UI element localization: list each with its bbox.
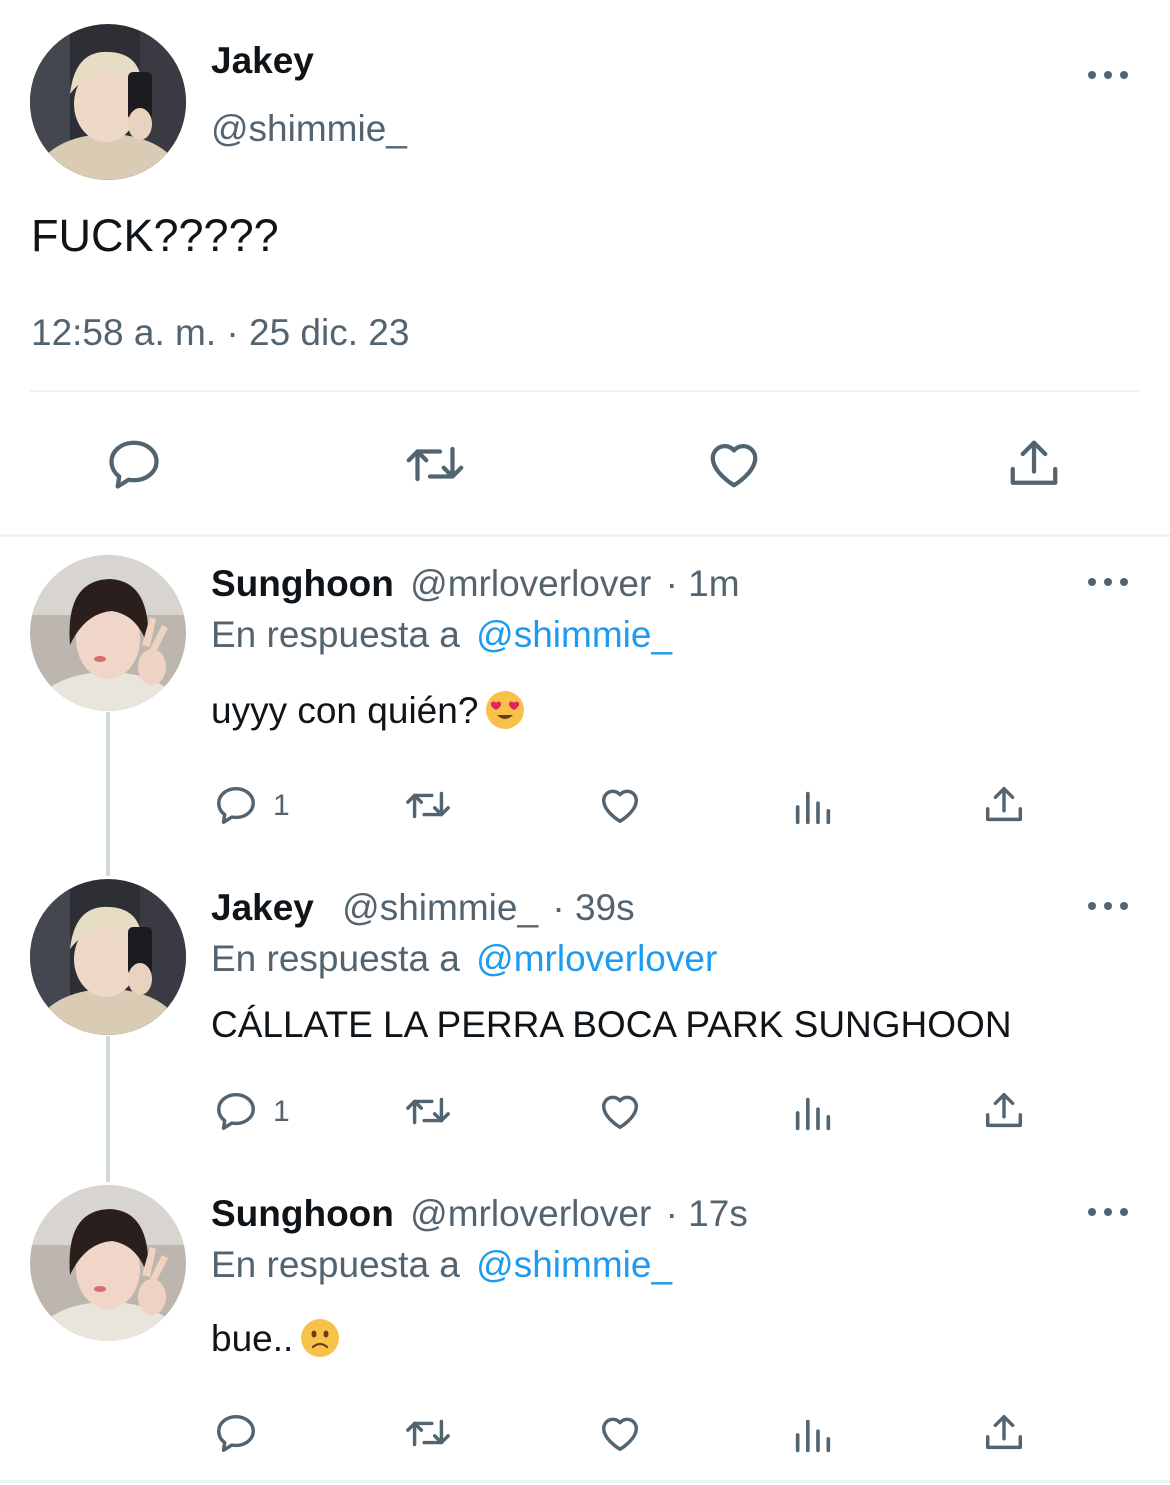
- thread-line: [106, 1036, 110, 1182]
- share-icon[interactable]: [981, 782, 1027, 828]
- retweet-icon[interactable]: [402, 782, 454, 828]
- more-options-icon[interactable]: [1088, 1202, 1128, 1222]
- author-handle[interactable]: @shimmie_: [211, 108, 407, 150]
- reply-time[interactable]: · 17s: [666, 1193, 748, 1234]
- reply-to-link[interactable]: @shimmie_: [476, 1244, 672, 1285]
- like-icon[interactable]: [597, 1410, 643, 1456]
- reply-time[interactable]: · 1m: [666, 563, 740, 604]
- slightly-frowning-emoji: [301, 1319, 340, 1357]
- reply-icon[interactable]: [213, 1088, 259, 1134]
- like-icon[interactable]: [597, 1088, 643, 1134]
- more-options-icon[interactable]: [1088, 572, 1128, 592]
- more-options-icon[interactable]: [1088, 896, 1128, 916]
- reply-to-link[interactable]: @shimmie_: [476, 614, 672, 655]
- reply-header: Jakey @shimmie_ · 39s: [211, 887, 635, 929]
- reply-text: CÁLLATE LA PERRA BOCA PARK SUNGHOON: [211, 1004, 1012, 1045]
- author-name[interactable]: Jakey: [211, 40, 314, 82]
- reply-time[interactable]: · 39s: [552, 887, 634, 928]
- avatar[interactable]: [30, 879, 186, 1035]
- author-name[interactable]: Sunghoon: [211, 1193, 394, 1234]
- author-handle[interactable]: @mrloverlover: [410, 1193, 651, 1234]
- reply-context: En respuesta a @shimmie_: [211, 614, 672, 656]
- reply-header: Sunghoon @mrloverlover · 17s: [211, 1193, 748, 1235]
- views-icon[interactable]: [790, 1090, 836, 1136]
- like-icon[interactable]: [704, 434, 764, 494]
- reply-context: En respuesta a @mrloverlover: [211, 938, 717, 980]
- reply-prefix: En respuesta a: [211, 614, 460, 655]
- reply-icon[interactable]: [213, 1410, 259, 1456]
- like-icon[interactable]: [597, 782, 643, 828]
- share-icon[interactable]: [1004, 434, 1064, 494]
- reply-prefix: En respuesta a: [211, 1244, 460, 1285]
- retweet-icon[interactable]: [402, 434, 468, 494]
- avatar[interactable]: [30, 1185, 186, 1341]
- share-icon[interactable]: [981, 1410, 1027, 1456]
- reply-text: uyyy con quién?: [211, 690, 525, 732]
- heart-eyes-emoji: [486, 691, 525, 729]
- reply-icon[interactable]: [213, 782, 259, 828]
- section-divider: [0, 534, 1170, 537]
- author-name[interactable]: Jakey: [211, 887, 314, 928]
- reply-to-link[interactable]: @mrloverlover: [476, 938, 717, 979]
- reply-context: En respuesta a @shimmie_: [211, 1244, 672, 1286]
- divider: [30, 390, 1140, 392]
- tweet-timestamp[interactable]: 12:58 a. m. · 25 dic. 23: [31, 312, 409, 354]
- author-handle[interactable]: @shimmie_: [342, 887, 538, 928]
- views-icon[interactable]: [790, 1412, 836, 1458]
- avatar[interactable]: [30, 24, 186, 180]
- author-handle[interactable]: @mrloverlover: [410, 563, 651, 604]
- reply-icon[interactable]: [104, 434, 164, 494]
- reply-count: 1: [273, 1095, 290, 1128]
- more-options-icon[interactable]: [1088, 65, 1128, 85]
- views-icon[interactable]: [790, 784, 836, 830]
- thread-line: [106, 712, 110, 876]
- bottom-divider: [0, 1480, 1170, 1483]
- author-name[interactable]: Sunghoon: [211, 563, 394, 604]
- reply-prefix: En respuesta a: [211, 938, 460, 979]
- share-icon[interactable]: [981, 1088, 1027, 1134]
- retweet-icon[interactable]: [402, 1088, 454, 1134]
- reply-header: Sunghoon @mrloverlover · 1m: [211, 563, 740, 605]
- avatar[interactable]: [30, 555, 186, 711]
- tweet-text: FUCK?????: [31, 210, 279, 261]
- reply-count: 1: [273, 789, 290, 822]
- reply-text: bue..: [211, 1318, 340, 1360]
- reply-text-content: uyyy con quién?: [211, 690, 479, 731]
- retweet-icon[interactable]: [402, 1410, 454, 1456]
- reply-text-content: bue..: [211, 1318, 294, 1359]
